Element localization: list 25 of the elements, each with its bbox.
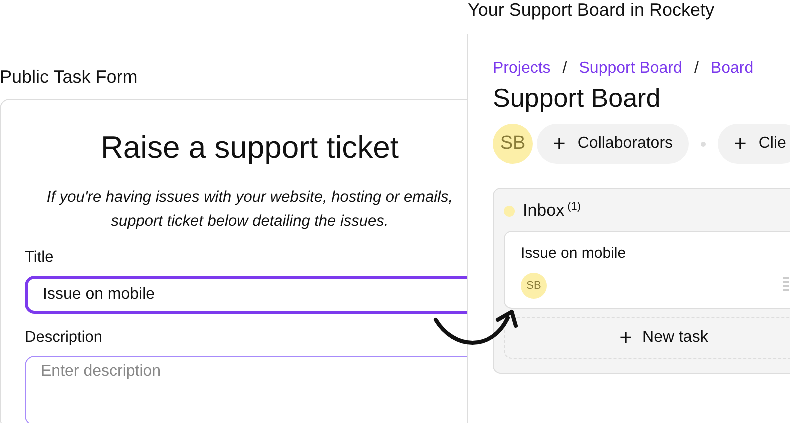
drag-handle-icon[interactable] [783, 277, 789, 291]
separator-dot [701, 142, 706, 146]
form-heading: Raise a support ticket [100, 129, 400, 167]
input-field[interactable]: Issue on mobile [25, 276, 467, 314]
board-title: Support Board [493, 82, 662, 115]
window-title: Public Task Form [0, 66, 138, 88]
assignee-avatar: SB [521, 273, 547, 299]
new-task-button[interactable]: + New task [504, 317, 790, 359]
task-card[interactable]: Issue on mobile SB [504, 231, 790, 309]
avatar[interactable]: SB [493, 124, 533, 164]
add-member-button[interactable]: + Clie [718, 124, 790, 164]
task-count: (1) [568, 201, 582, 213]
breadcrumb-link[interactable]: Board [710, 59, 754, 79]
breadcrumb-separator: / [562, 59, 568, 79]
column-name: Inbox [523, 201, 565, 221]
field-label: Description [25, 328, 103, 348]
intro-text: If you're having issues with your website, hosting or emails, support ticket below detailing the issues. [46, 188, 454, 232]
breadcrumb-link[interactable]: Projects [493, 59, 551, 79]
breadcrumb-link[interactable]: Support Board [579, 59, 682, 79]
add-member-button[interactable]: + Collaborators [537, 124, 690, 164]
breadcrumb-separator: / [694, 59, 699, 79]
window-title: Your Support Board in Rockety [468, 0, 714, 20]
field-label: Title [25, 248, 54, 268]
input-field[interactable]: Enter description [25, 356, 467, 423]
task-title: Issue on mobile [521, 245, 626, 262]
